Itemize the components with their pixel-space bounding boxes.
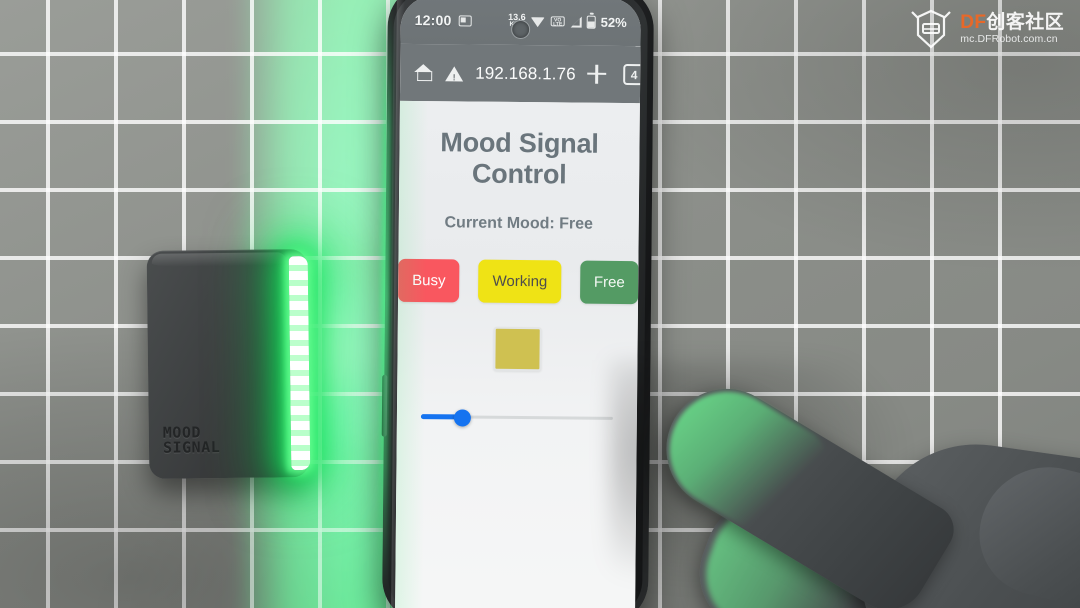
status-bar: 12:00 13.6 KB/s VOLTE 52% xyxy=(400,0,641,47)
working-button[interactable]: Working xyxy=(478,259,562,304)
brightness-slider[interactable] xyxy=(420,406,613,430)
phone-screen: 12:00 13.6 KB/s VOLTE 52% xyxy=(394,0,641,608)
status-clock: 12:00 xyxy=(414,11,452,29)
sim-card-icon xyxy=(458,14,472,27)
watermark-text: DF创客社区 mc.DFRobot.com.cn xyxy=(960,12,1064,46)
led-strip xyxy=(288,256,311,471)
volte-icon: VO LTE xyxy=(550,16,565,27)
watermark-brand: DF创客社区 xyxy=(960,12,1064,33)
tab-count-button[interactable]: 4 xyxy=(623,64,641,86)
watermark: DF创客社区 mc.DFRobot.com.cn xyxy=(911,8,1064,50)
plus-icon[interactable] xyxy=(588,65,607,84)
mood-button-group: Busy Working Free xyxy=(398,258,639,305)
browser-toolbar-actions: 4 xyxy=(588,64,641,86)
device-label-line2: SIGNAL xyxy=(162,438,221,458)
free-button[interactable]: Free xyxy=(580,260,639,305)
battery-icon xyxy=(586,15,596,29)
scene: MOOD SIGNAL 12:00 13.6 KB/s xyxy=(0,0,1080,608)
home-icon[interactable] xyxy=(414,64,433,81)
watermark-brand-df: DF xyxy=(960,11,987,33)
battery-percent: 52% xyxy=(600,14,627,30)
device-highlight xyxy=(151,252,287,267)
watermark-url: mc.DFRobot.com.cn xyxy=(960,33,1058,46)
color-preview-swatch[interactable] xyxy=(493,326,542,372)
mood-signal-device: MOOD SIGNAL xyxy=(146,249,311,479)
gloved-hand xyxy=(620,330,1080,608)
url-text[interactable]: 192.168.1.76 xyxy=(475,63,576,84)
current-mood-status: Current Mood: Free xyxy=(444,214,594,233)
watermark-brand-rest: 创客社区 xyxy=(986,11,1064,33)
dfrobot-logo-icon xyxy=(911,9,952,49)
warning-triangle-icon[interactable] xyxy=(445,65,463,81)
web-page: Mood Signal Control Current Mood: Free B… xyxy=(394,100,640,608)
slider-thumb[interactable] xyxy=(453,409,471,427)
front-camera xyxy=(511,19,531,40)
page-title: Mood Signal Control xyxy=(440,127,599,190)
signal-icon xyxy=(570,16,582,27)
wifi-icon xyxy=(531,16,546,27)
busy-button[interactable]: Busy xyxy=(398,258,460,303)
status-bar-left: 12:00 xyxy=(415,12,472,29)
browser-toolbar: 192.168.1.76 4 xyxy=(399,43,641,104)
device-label: MOOD SIGNAL xyxy=(162,423,221,458)
slider-fill xyxy=(420,414,458,420)
